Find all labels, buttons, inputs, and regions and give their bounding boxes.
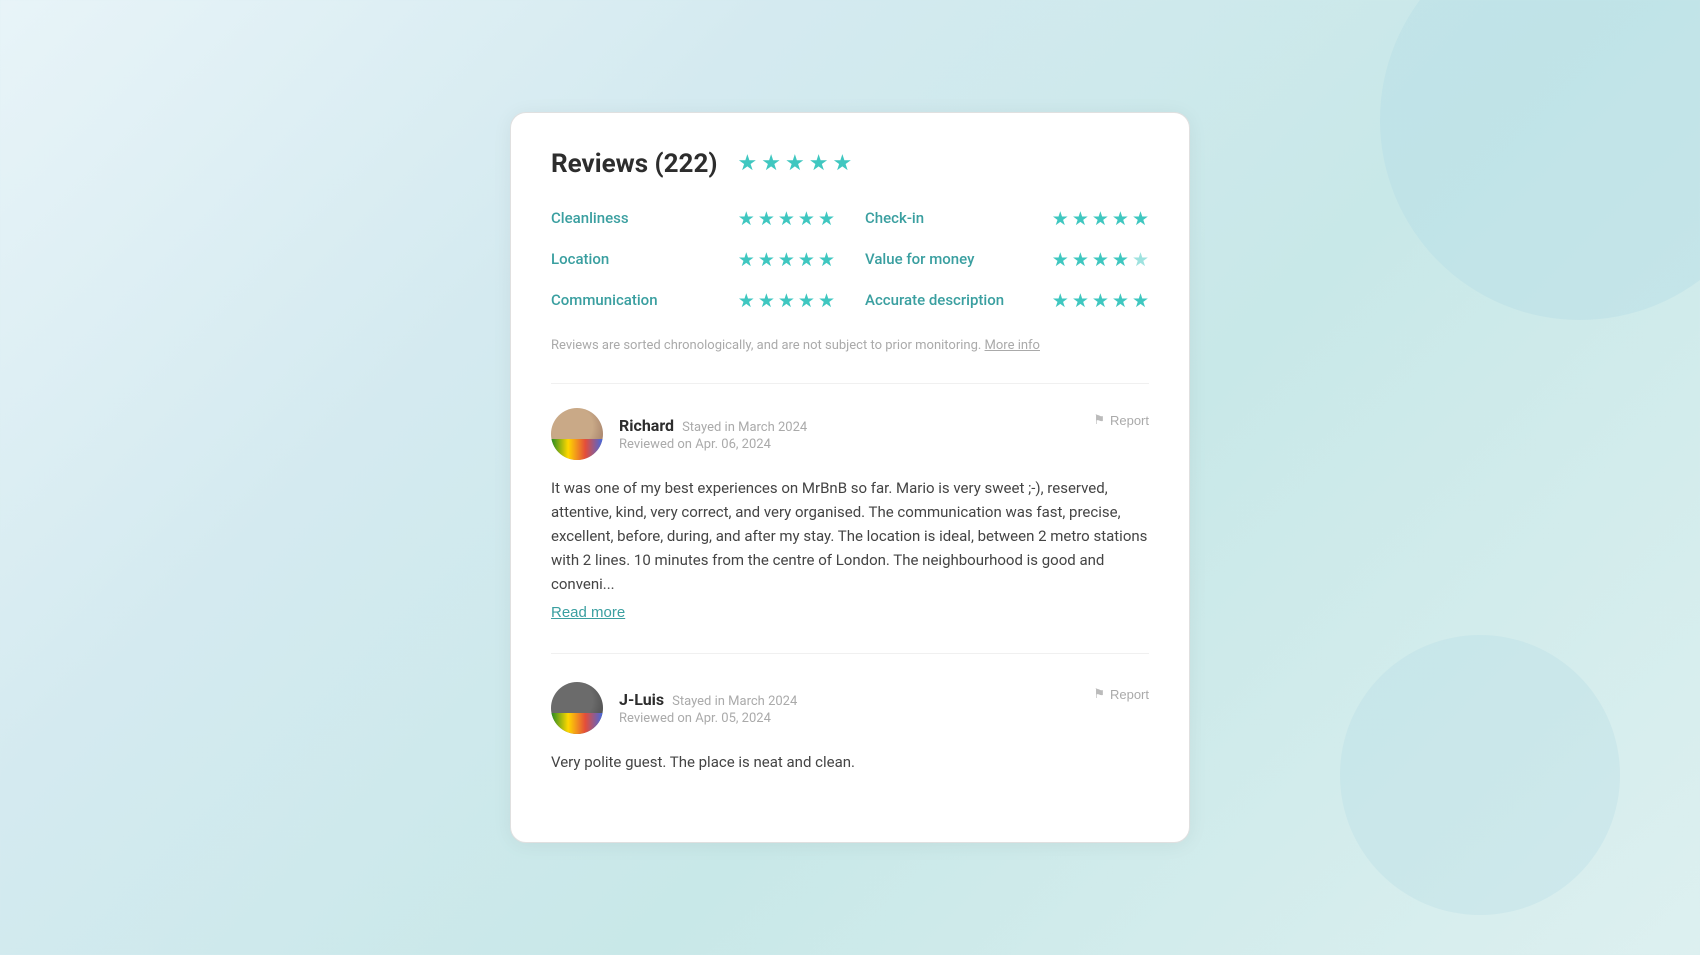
- overall-stars: ★ ★ ★ ★ ★: [738, 151, 853, 176]
- star: ★: [1072, 289, 1089, 312]
- review-jluis-header: J-Luis Stayed in March 2024 Reviewed on …: [551, 682, 1149, 734]
- rating-accurate-description: Accurate description ★ ★ ★ ★ ★: [865, 289, 1149, 312]
- reviewed-date-richard: Reviewed on Apr. 06, 2024: [619, 437, 807, 452]
- star: ★: [818, 248, 835, 271]
- reviews-title: Reviews (222): [551, 149, 718, 179]
- rating-value-for-money: Value for money ★ ★ ★ ★ ★: [865, 248, 1149, 271]
- star: ★: [1112, 248, 1129, 271]
- star: ★: [798, 289, 815, 312]
- communication-stars: ★ ★ ★ ★ ★: [738, 289, 835, 312]
- cleanliness-stars: ★ ★ ★ ★ ★: [738, 207, 835, 230]
- review-richard-header: Richard Stayed in March 2024 Reviewed on…: [551, 408, 1149, 460]
- reviewer-info-jluis: J-Luis Stayed in March 2024 Reviewed on …: [551, 682, 797, 734]
- sort-notice: Reviews are sorted chronologically, and …: [551, 336, 1149, 356]
- reviews-card: Reviews (222) ★ ★ ★ ★ ★ Cleanliness ★ ★ …: [510, 112, 1190, 844]
- flag-icon: ⚑: [1093, 686, 1105, 702]
- location-label: Location: [551, 250, 651, 268]
- star: ★: [1112, 289, 1129, 312]
- star: ★: [798, 248, 815, 271]
- more-info-link[interactable]: More info: [985, 338, 1040, 353]
- star: ★: [818, 207, 835, 230]
- header-divider: [551, 383, 1149, 384]
- reviewer-meta-jluis: J-Luis Stayed in March 2024 Reviewed on …: [619, 690, 797, 726]
- star: ★: [778, 248, 795, 271]
- overall-star-1: ★: [738, 151, 758, 176]
- star: ★: [758, 248, 775, 271]
- star: ★: [738, 207, 755, 230]
- reviewer-stay-jluis: Stayed in March 2024: [672, 694, 797, 709]
- reviewer-stay-richard: Stayed in March 2024: [682, 420, 807, 435]
- star: ★: [798, 207, 815, 230]
- star: ★: [738, 289, 755, 312]
- star: ★: [778, 207, 795, 230]
- location-stars: ★ ★ ★ ★ ★: [738, 248, 835, 271]
- star: ★: [1072, 248, 1089, 271]
- overall-star-4: ★: [809, 151, 829, 176]
- reviewed-date-jluis: Reviewed on Apr. 05, 2024: [619, 711, 797, 726]
- ratings-grid: Cleanliness ★ ★ ★ ★ ★ Check-in ★ ★ ★ ★ ★…: [551, 207, 1149, 312]
- review-richard: Richard Stayed in March 2024 Reviewed on…: [551, 408, 1149, 621]
- star: ★: [1072, 207, 1089, 230]
- star-half: ★: [1132, 248, 1149, 271]
- rating-cleanliness: Cleanliness ★ ★ ★ ★ ★: [551, 207, 835, 230]
- star: ★: [738, 248, 755, 271]
- flag-icon: ⚑: [1093, 412, 1105, 428]
- rating-location: Location ★ ★ ★ ★ ★: [551, 248, 835, 271]
- star: ★: [1132, 289, 1149, 312]
- communication-label: Communication: [551, 291, 658, 309]
- reviewer-name-jluis: J-Luis: [619, 690, 664, 709]
- reviewer-name-richard: Richard: [619, 416, 674, 435]
- accurate-description-stars: ★ ★ ★ ★ ★: [1052, 289, 1149, 312]
- star: ★: [1092, 207, 1109, 230]
- accurate-description-label: Accurate description: [865, 291, 1004, 309]
- reviewer-info-richard: Richard Stayed in March 2024 Reviewed on…: [551, 408, 807, 460]
- star: ★: [1132, 207, 1149, 230]
- star: ★: [1052, 289, 1069, 312]
- check-in-stars: ★ ★ ★ ★ ★: [1052, 207, 1149, 230]
- star: ★: [1052, 207, 1069, 230]
- value-for-money-label: Value for money: [865, 250, 974, 268]
- avatar-jluis: [551, 682, 603, 734]
- star: ★: [818, 289, 835, 312]
- star: ★: [758, 207, 775, 230]
- star: ★: [1092, 248, 1109, 271]
- reviews-header: Reviews (222) ★ ★ ★ ★ ★: [551, 149, 1149, 179]
- star: ★: [758, 289, 775, 312]
- star: ★: [778, 289, 795, 312]
- star: ★: [1092, 289, 1109, 312]
- star: ★: [1052, 248, 1069, 271]
- report-button-jluis[interactable]: ⚑ Report: [1093, 682, 1149, 706]
- overall-star-5: ★: [832, 151, 852, 176]
- rating-communication: Communication ★ ★ ★ ★ ★: [551, 289, 835, 312]
- review-text-richard: It was one of my best experiences on MrB…: [551, 476, 1149, 596]
- review-jluis: J-Luis Stayed in March 2024 Reviewed on …: [551, 682, 1149, 774]
- review-text-jluis: Very polite guest. The place is neat and…: [551, 750, 1149, 774]
- report-button-richard[interactable]: ⚑ Report: [1093, 408, 1149, 432]
- overall-star-3: ★: [785, 151, 805, 176]
- check-in-label: Check-in: [865, 209, 965, 227]
- overall-star-2: ★: [761, 151, 781, 176]
- star: ★: [1112, 207, 1129, 230]
- reviewer-meta-richard: Richard Stayed in March 2024 Reviewed on…: [619, 416, 807, 452]
- cleanliness-label: Cleanliness: [551, 209, 651, 227]
- avatar-richard: [551, 408, 603, 460]
- review-separator: [551, 653, 1149, 654]
- read-more-richard[interactable]: Read more: [551, 604, 625, 621]
- rating-check-in: Check-in ★ ★ ★ ★ ★: [865, 207, 1149, 230]
- value-for-money-stars: ★ ★ ★ ★ ★: [1052, 248, 1149, 271]
